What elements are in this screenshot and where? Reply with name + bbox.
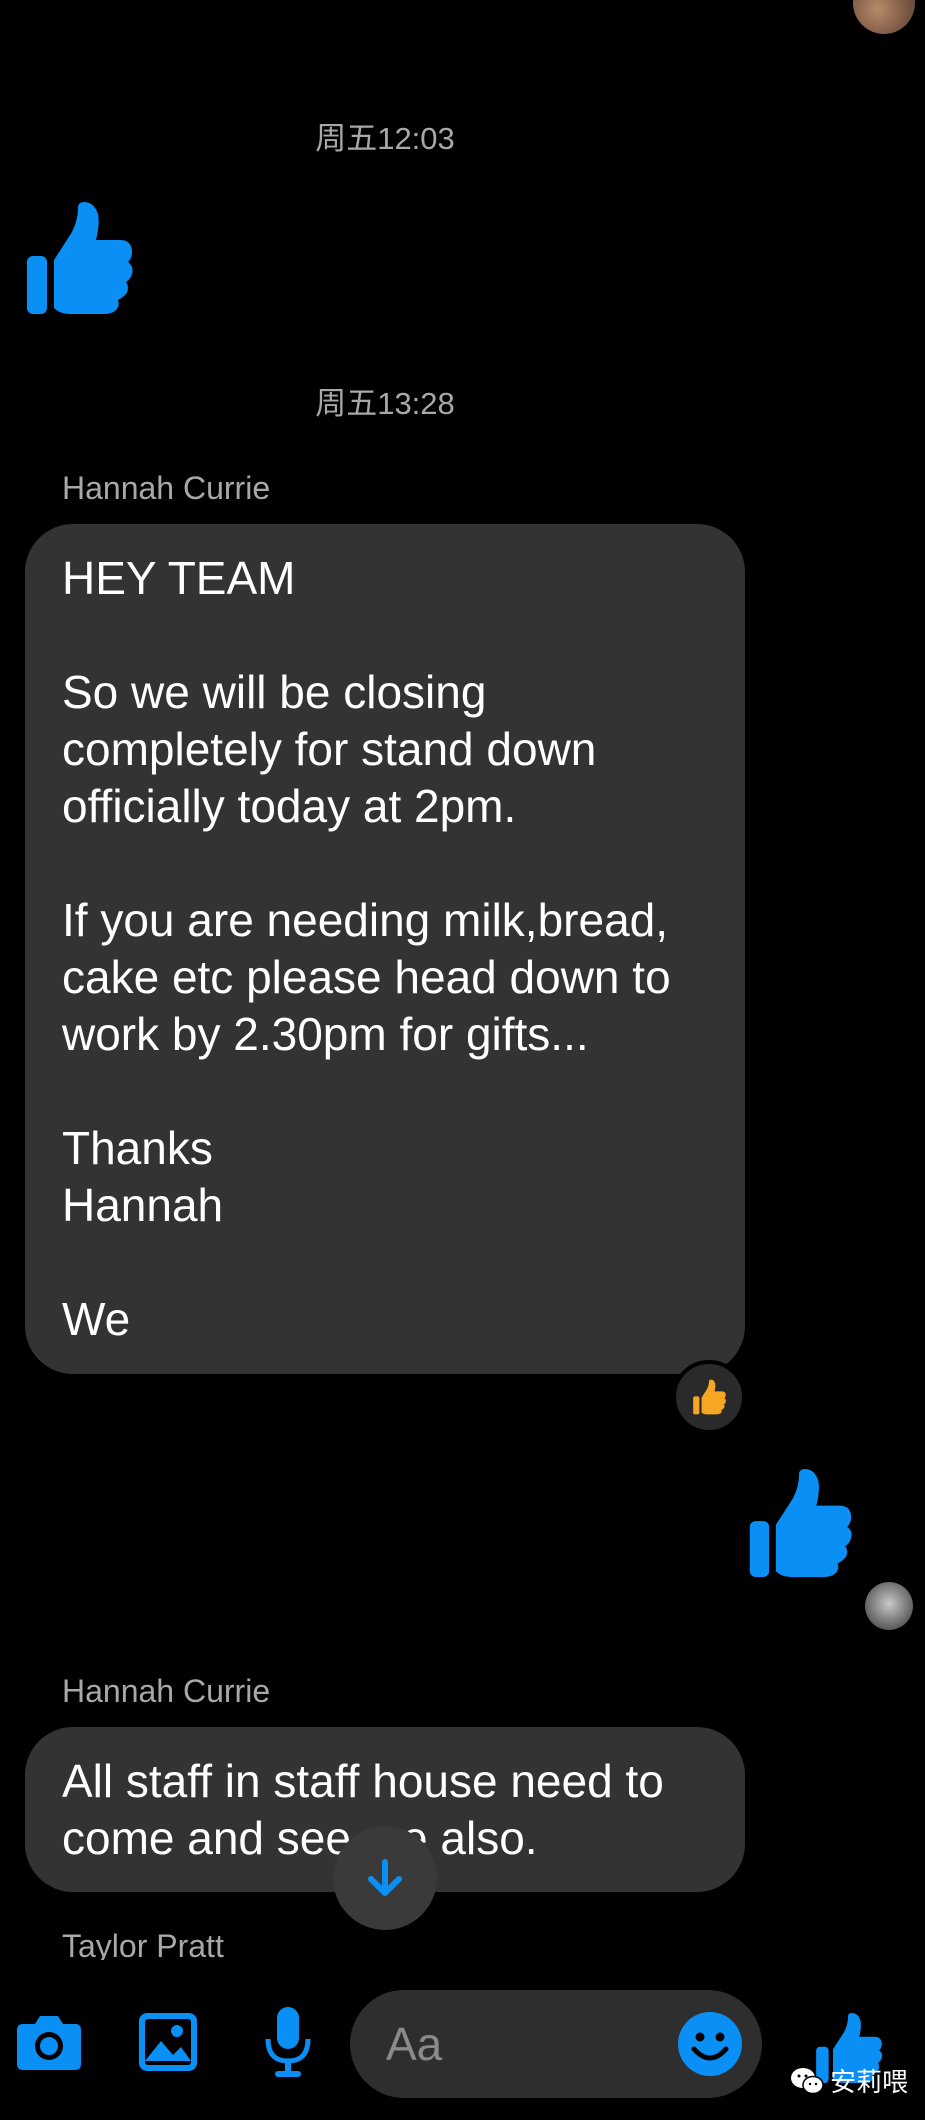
timestamp: 周五13:28 — [315, 386, 455, 421]
watermark: 安莉喂 — [790, 2062, 908, 2099]
watermark-text: 安莉喂 — [830, 2067, 909, 2097]
scroll-down-button[interactable] — [333, 1826, 437, 1930]
input-placeholder: Aa — [386, 2018, 443, 2070]
avatar[interactable] — [853, 0, 915, 34]
thumbs-up-icon — [693, 1379, 726, 1415]
sender-name: Hannah Currie — [62, 1673, 271, 1709]
camera-icon[interactable] — [14, 2010, 84, 2074]
seen-avatar — [865, 1582, 913, 1630]
arrow-down-icon — [368, 1859, 402, 1896]
gallery-icon[interactable] — [136, 2010, 200, 2074]
like-icon — [22, 200, 134, 321]
message-bubble[interactable]: HEY TEAM So we will be closing completel… — [25, 524, 745, 1374]
timestamp: 周五12:03 — [315, 121, 455, 156]
microphone-icon[interactable] — [262, 2004, 314, 2080]
emoji-icon[interactable] — [676, 2010, 744, 2078]
reaction-like[interactable] — [672, 1360, 746, 1434]
sender-name: Hannah Currie — [62, 470, 271, 506]
wechat-icon — [791, 2067, 824, 2094]
like-icon — [745, 1467, 853, 1584]
